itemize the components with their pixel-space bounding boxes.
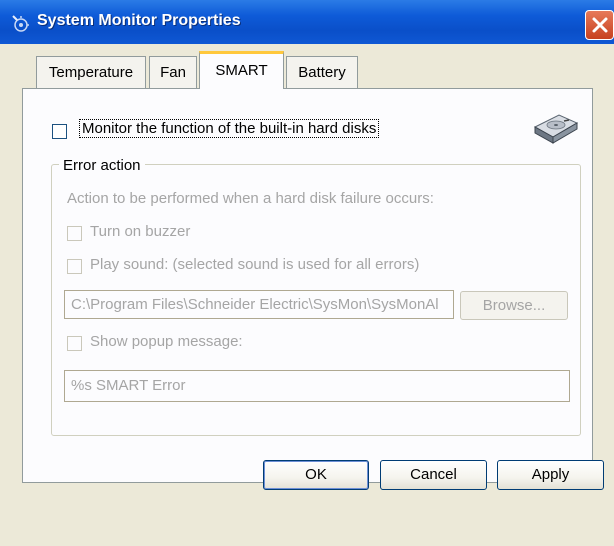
tab-fan[interactable]: Fan [149,56,197,88]
tab-label: Battery [298,64,346,81]
monitor-hard-disks-label[interactable]: Monitor the function of the built-in har… [78,119,380,138]
tab-smart[interactable]: SMART [199,51,284,89]
close-icon [592,17,608,33]
cancel-button[interactable]: Cancel [380,460,487,490]
tab-battery[interactable]: Battery [286,56,358,88]
monitor-hard-disks-checkbox[interactable] [52,124,67,139]
tab-label: Fan [160,64,186,81]
title-bar[interactable]: System Monitor Properties [0,0,614,44]
browse-button[interactable]: Browse... [460,291,568,320]
tab-label: Temperature [48,64,134,81]
ok-button[interactable]: OK [263,460,369,490]
properties-window: System Monitor Properties Temperature Fa… [0,0,614,546]
show-popup-label: Show popup message: [90,333,243,350]
window-title: System Monitor Properties [37,12,241,29]
tab-label: SMART [215,62,268,79]
close-button[interactable] [585,10,614,40]
apply-button-label: Apply [531,466,570,483]
turn-on-buzzer-label: Turn on buzzer [90,223,191,240]
smart-tab-panel: Monitor the function of the built-in har… [22,88,593,483]
cancel-button-label: Cancel [410,466,457,483]
browse-button-label: Browse... [482,297,546,314]
dialog-body: Temperature Fan SMART Battery Monitor th… [0,44,614,546]
play-sound-label: Play sound: (selected sound is used for … [90,256,420,273]
sound-file-path-value: C:\Program Files\Schneider Electric\SysM… [71,296,439,313]
apply-button[interactable]: Apply [497,460,604,490]
popup-message-field[interactable]: %s SMART Error [64,370,570,402]
sound-file-path-field[interactable]: C:\Program Files\Schneider Electric\SysM… [64,290,454,319]
ok-button-label: OK [305,466,327,483]
error-action-description: Action to be performed when a hard disk … [67,190,434,207]
popup-message-value: %s SMART Error [71,377,186,394]
error-action-legend: Error action [59,157,145,174]
tab-temperature[interactable]: Temperature [36,56,146,88]
hard-disk-icon [529,111,581,151]
turn-on-buzzer-checkbox[interactable] [67,226,82,241]
show-popup-checkbox[interactable] [67,336,82,351]
system-monitor-icon [10,13,30,33]
play-sound-checkbox[interactable] [67,259,82,274]
